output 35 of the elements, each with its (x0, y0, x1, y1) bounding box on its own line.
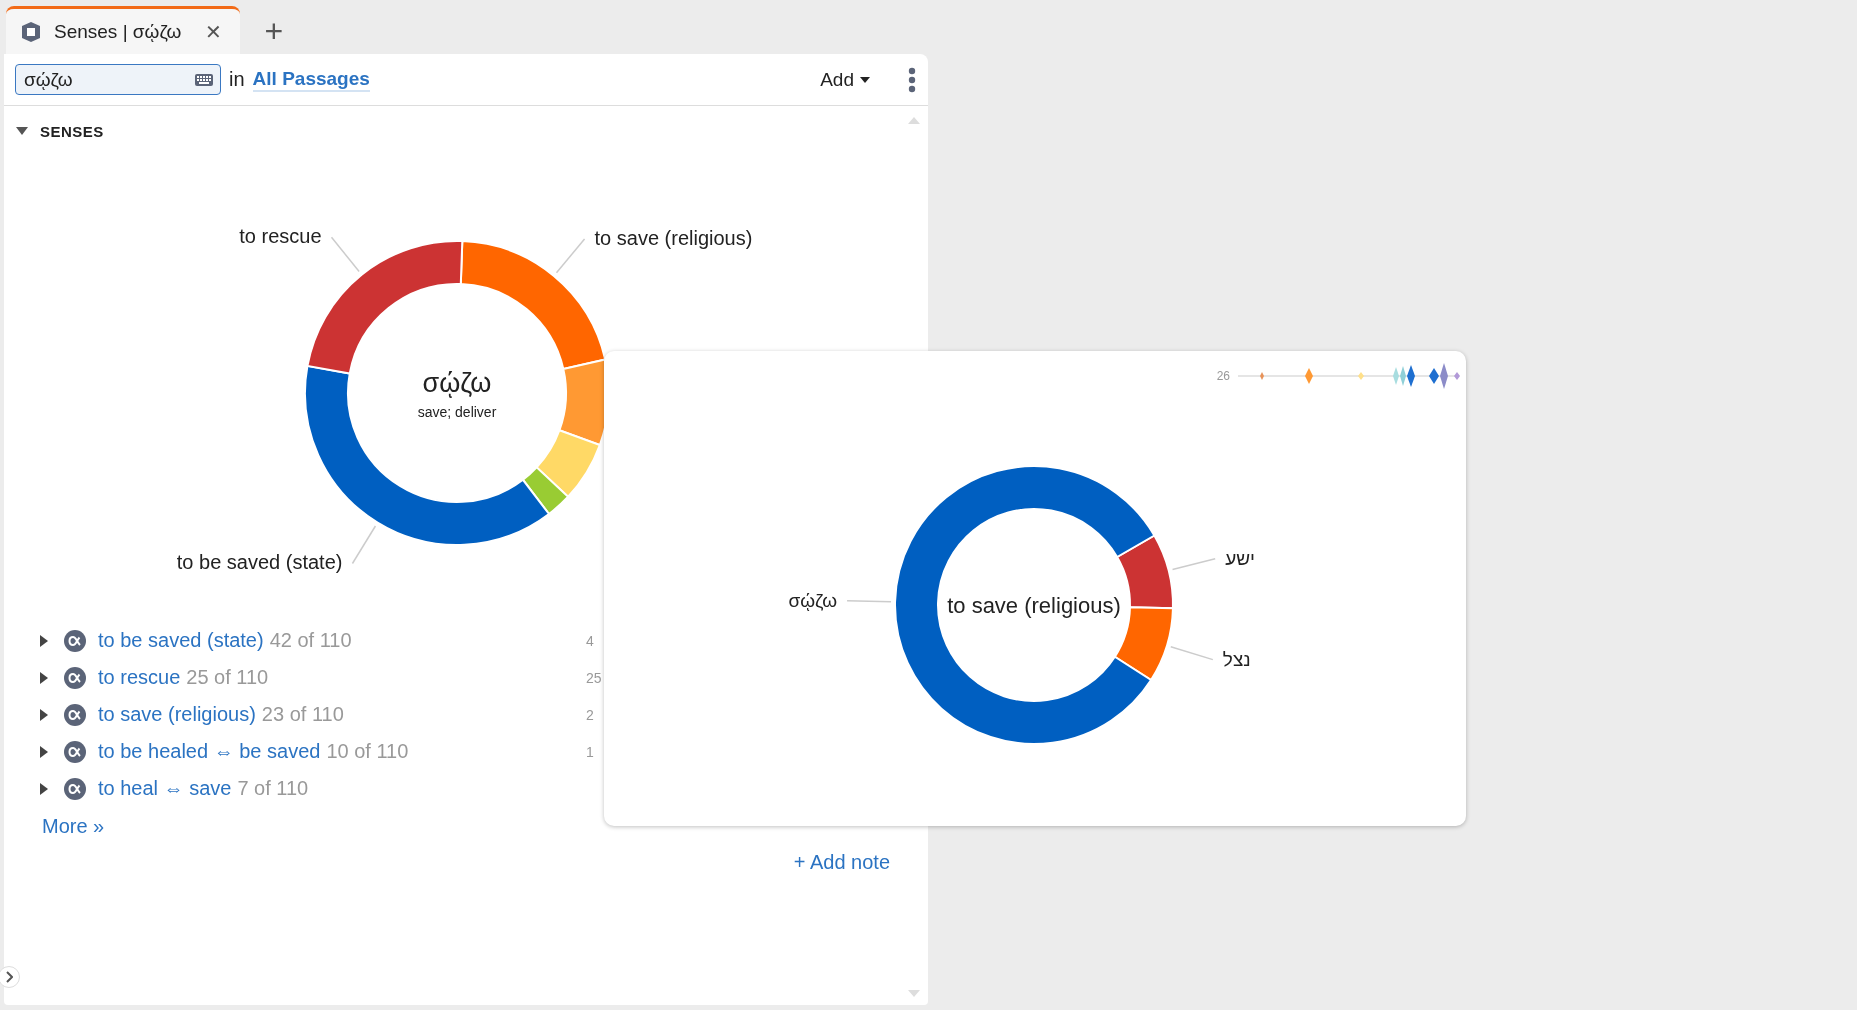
chart-label: to rescue (239, 225, 322, 248)
sense-link[interactable]: to heal ⇔ save (98, 777, 232, 800)
add-button[interactable]: Add (814, 68, 876, 91)
sense-link[interactable]: to rescue (98, 666, 181, 689)
count-cell: 2 (586, 706, 594, 723)
sense-count: 7 of 110 (237, 777, 309, 800)
chart-label: to be saved (state) (176, 551, 343, 574)
tab[interactable]: Senses | σῴζω ✕ (6, 6, 241, 54)
sense-link[interactable]: to save (religious) (98, 703, 256, 726)
section-title: SENSES (40, 122, 104, 140)
scope-link[interactable]: All Passages (252, 67, 370, 92)
tab-title: Senses | σῴζω (54, 20, 182, 43)
sense-count: 23 of 110 (261, 703, 344, 726)
sense-count: 42 of 110 (269, 629, 352, 652)
chart-center-title: to save (religious) (947, 593, 1121, 618)
count-cell: 4 (586, 632, 594, 649)
count-cell: 25 (586, 669, 602, 686)
more-link[interactable]: More » (42, 808, 105, 844)
sense-count: 25 of 110 (186, 666, 269, 689)
add-note-link[interactable]: + Add note (793, 851, 890, 873)
sparkline-label: 26 (1216, 369, 1230, 383)
chart-label: σῴζω (788, 589, 838, 611)
count-cell: 1 (586, 743, 594, 760)
chart-center-subtitle: save; deliver (417, 404, 497, 420)
chart-label: נצל (1222, 648, 1251, 670)
search-field[interactable]: σῴζω (15, 64, 221, 95)
sense-link[interactable]: to be healed ⇔ be saved (98, 740, 321, 763)
sense-count: 10 of 110 (326, 740, 409, 763)
new-tab-button[interactable]: + (258, 14, 290, 48)
close-button[interactable]: ✕ (195, 19, 223, 44)
chart-center-title: σῴζω (422, 368, 492, 398)
scope-label: in (229, 68, 245, 91)
chart-label: ישע (1225, 547, 1256, 569)
sense-link[interactable]: to be saved (state) (98, 629, 264, 652)
chart-label: to save (religious) (594, 226, 753, 249)
